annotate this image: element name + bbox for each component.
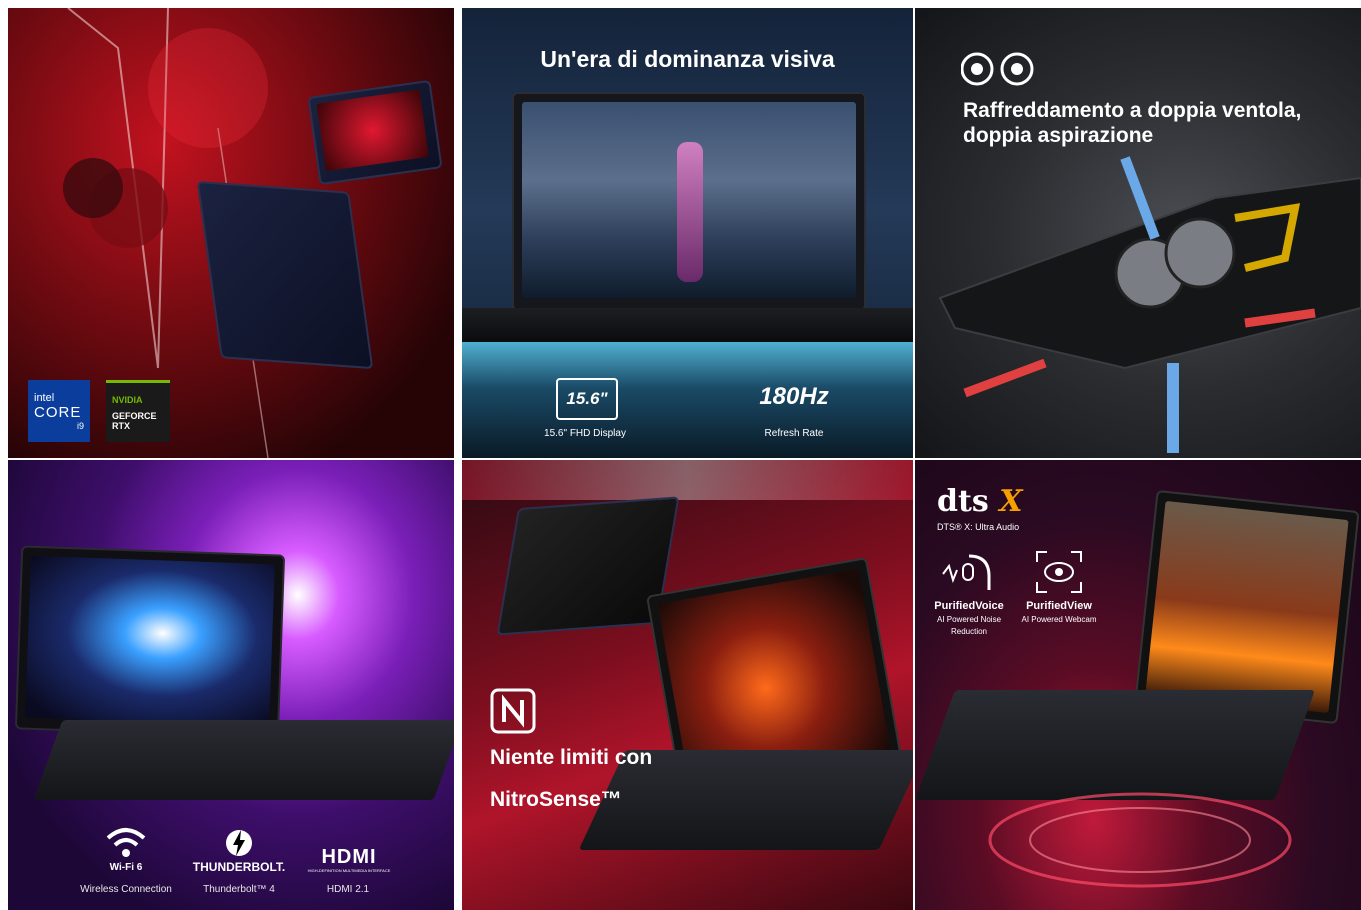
display-size-badge: 15.6": [566, 389, 608, 408]
ceiling-lights: [462, 460, 913, 500]
laptop-lid-back: [196, 180, 374, 370]
geforce-label: GEFORCE: [112, 410, 157, 421]
nitrosense-feature-tile: Niente limiti con NitroSense™: [462, 460, 913, 910]
thunderbolt-caption: Thunderbolt™ 4: [203, 884, 275, 895]
open-laptop-cooling-illustration: [938, 156, 1361, 453]
display-caption: 15.6" FHD Display: [544, 428, 626, 439]
wifi-badge: Wi-Fi 6: [109, 862, 143, 873]
intel-line: CORE: [34, 403, 82, 421]
display-feature-tile: Un'era di dominanza visiva 15.6" 15.6" F…: [462, 8, 913, 458]
laptop-keyboard-base: [33, 720, 454, 800]
hdmi-logo: HDMI: [321, 846, 377, 868]
hdmi-caption: HDMI 2.1: [326, 884, 370, 895]
intel-tier: i9: [76, 420, 84, 431]
nvidia-geforce-rtx-badge: NVIDIA GEFORCE RTX: [106, 380, 170, 442]
laptop-screen-frame: [512, 92, 866, 311]
display-headline: Un'era di dominanza visiva: [540, 46, 835, 72]
dts-x-mark: X: [999, 484, 1023, 519]
dts-wordmark: dts: [937, 484, 989, 519]
purified-view-icon: [1036, 551, 1082, 593]
dragon-scene-screen: [1145, 500, 1349, 714]
purified-voice-title: PurifiedVoice: [934, 600, 1004, 612]
refresh-rate-caption: Refresh Rate: [764, 428, 824, 439]
purified-view-title: PurifiedView: [1026, 600, 1092, 612]
wifi-caption: Wireless Connection: [80, 884, 172, 895]
dts-logo: dts X: [937, 484, 1022, 519]
nvidia-brand: NVIDIA: [112, 394, 143, 405]
sound-wave-graphic: [988, 792, 1292, 888]
dts-caption: DTS® X: Ultra Audio: [937, 522, 1020, 532]
nitrosense-logo-icon: [490, 688, 536, 734]
laptop-open-small: [307, 79, 443, 186]
light-trails: [462, 342, 913, 458]
laptop-base: [462, 308, 913, 342]
wifi-icon: [106, 828, 146, 857]
purified-view-desc1: AI Powered Webcam: [1021, 615, 1097, 624]
purified-voice-desc1: AI Powered Noise: [936, 615, 1002, 624]
intel-core-i9-badge: intel CORE i9: [28, 380, 90, 442]
intel-brand: intel: [34, 391, 55, 404]
cooling-feature-tile: Raffreddamento a doppia ventola, doppia …: [915, 8, 1361, 458]
game-scene-screen: [522, 102, 856, 298]
laptop-screen-frame: [1134, 489, 1360, 725]
refresh-rate-badge: 180Hz: [759, 383, 829, 410]
connectivity-feature-tile: Wi-Fi 6 Wireless Connection THUNDERBOLT.…: [8, 460, 454, 910]
thunderbolt-badge: THUNDERBOLT.: [192, 860, 286, 874]
display-size-icon: 15.6": [556, 378, 618, 420]
nitrosense-headline-line2: NitroSense™: [490, 788, 622, 811]
audio-webcam-feature-tile: dts X DTS® X: Ultra Audio PurifiedVoice …: [915, 460, 1361, 910]
car-scene-screen: [25, 555, 275, 727]
hdmi-subtitle: HIGH-DEFINITION MULTIMEDIA INTERFACE: [307, 868, 391, 873]
thunderbolt-icon: [226, 830, 252, 856]
purified-voice-desc2: Reduction: [950, 627, 988, 636]
laptop-screen-frame: [14, 545, 286, 739]
purified-voice-icon: [942, 554, 991, 590]
gaming-hero-tile: intel CORE i9 NVIDIA GEFORCE RTX: [8, 8, 454, 458]
nitrosense-headline-line1: Niente limiti con: [490, 746, 653, 769]
rtx-label: RTX: [112, 420, 130, 431]
